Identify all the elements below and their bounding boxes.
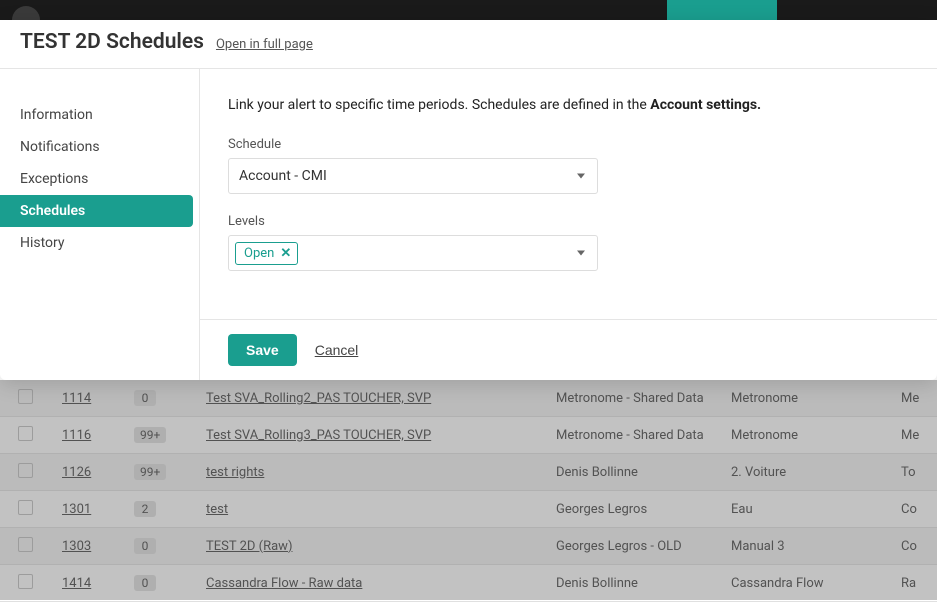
chip-remove-icon[interactable]: ✕ (280, 246, 291, 261)
modal-backdrop (0, 380, 937, 600)
schedules-modal: TEST 2D Schedules Open in full page Info… (0, 20, 937, 380)
topbar-accent (667, 0, 777, 20)
modal-title: TEST 2D Schedules (20, 30, 204, 54)
sidebar-item-exceptions[interactable]: Exceptions (0, 163, 199, 195)
modal-actions: Save Cancel (200, 319, 937, 380)
chevron-down-icon (577, 251, 585, 256)
levels-label: Levels (228, 214, 909, 229)
app-topbar (0, 0, 937, 20)
cancel-button[interactable]: Cancel (315, 342, 359, 358)
levels-select[interactable]: Open ✕ (228, 235, 598, 271)
schedule-select[interactable]: Account - CMI (228, 158, 598, 194)
save-button[interactable]: Save (228, 334, 297, 366)
helper-prefix: Link your alert to specific time periods… (228, 97, 650, 113)
open-full-page-link[interactable]: Open in full page (216, 37, 313, 52)
sidebar-item-schedules[interactable]: Schedules (0, 195, 193, 227)
chip-label: Open (244, 246, 274, 261)
modal-body: Information Notifications Exceptions Sch… (0, 69, 937, 380)
helper-text: Link your alert to specific time periods… (228, 97, 909, 113)
schedule-value: Account - CMI (239, 168, 327, 184)
chevron-down-icon (577, 174, 585, 179)
helper-bold: Account settings. (650, 97, 761, 113)
levels-chip-open: Open ✕ (235, 242, 298, 265)
sidebar-item-notifications[interactable]: Notifications (0, 131, 199, 163)
sidebar-item-history[interactable]: History (0, 227, 199, 259)
modal-sidebar: Information Notifications Exceptions Sch… (0, 69, 200, 380)
sidebar-item-information[interactable]: Information (0, 99, 199, 131)
modal-header: TEST 2D Schedules Open in full page (0, 20, 937, 69)
schedule-label: Schedule (228, 137, 909, 152)
modal-content: Link your alert to specific time periods… (200, 69, 937, 380)
